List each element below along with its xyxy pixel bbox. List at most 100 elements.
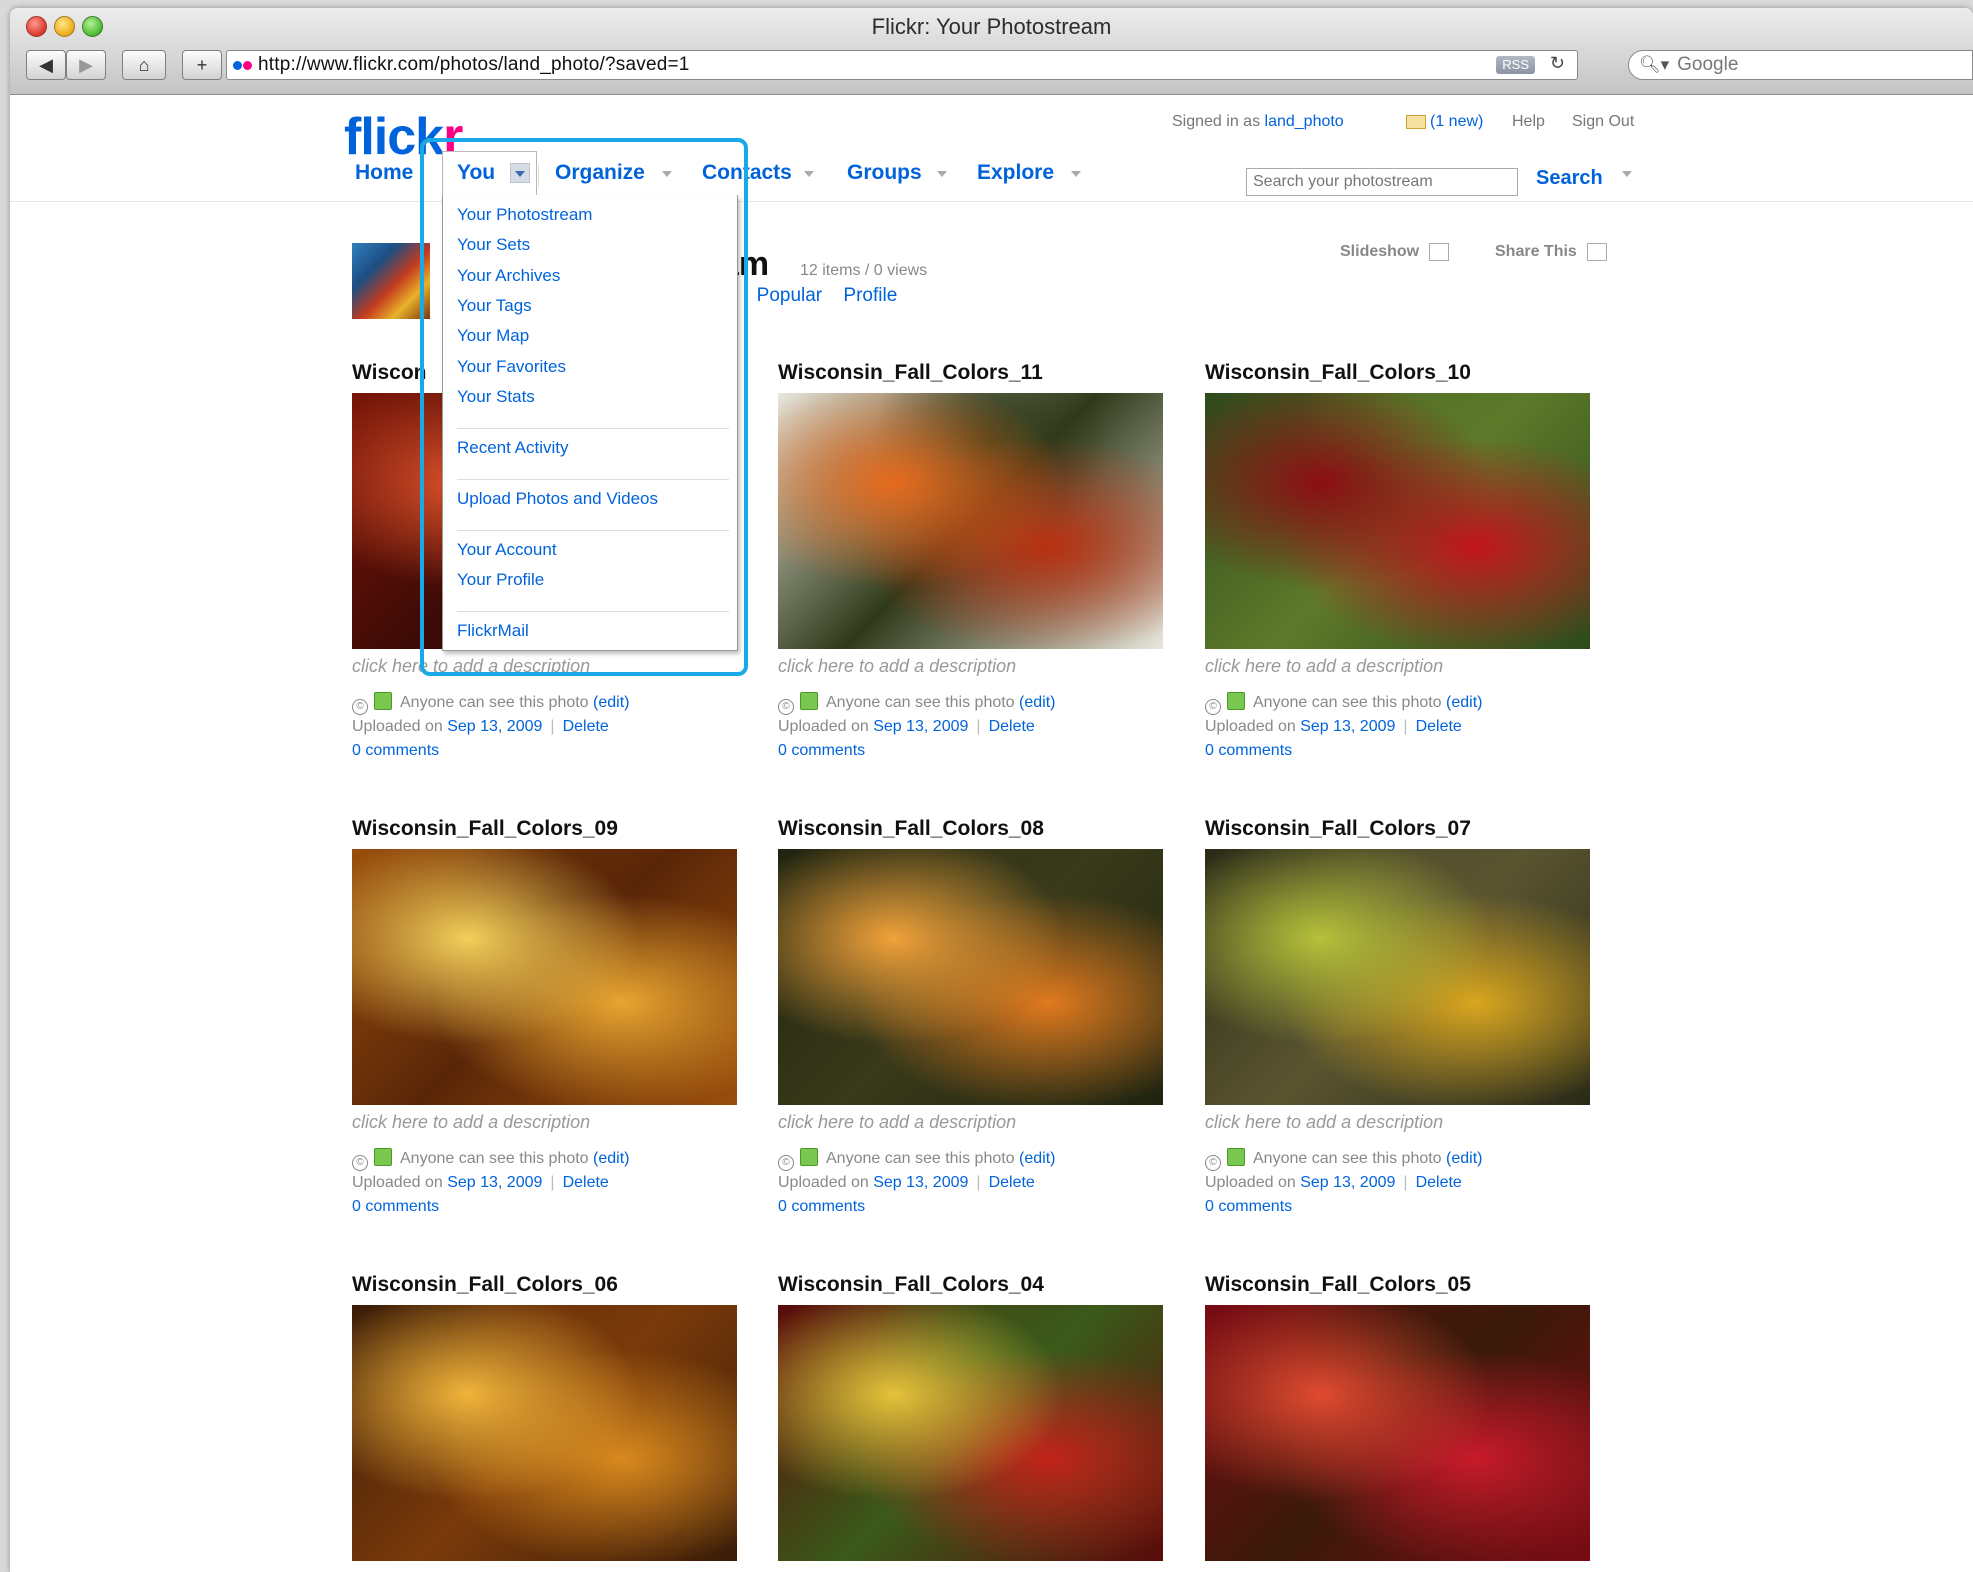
edit-privacy-link[interactable]: (edit): [1446, 694, 1482, 711]
photo-thumbnail[interactable]: [352, 1305, 737, 1561]
photo-title[interactable]: Wisconsin_Fall_Colors_07: [1205, 817, 1595, 843]
upload-date-link[interactable]: Sep 13, 2009: [447, 718, 542, 735]
search-caret-icon[interactable]: [1622, 171, 1632, 177]
comments-link[interactable]: 0 comments: [1205, 739, 1595, 763]
photo-title[interactable]: Wisconsin_Fall_Colors_09: [352, 817, 742, 843]
nav-explore[interactable]: Explore: [977, 161, 1054, 185]
help-link[interactable]: Help: [1512, 113, 1545, 131]
browser-search-placeholder: Google: [1677, 54, 1739, 75]
back-button[interactable]: ◀: [26, 50, 66, 80]
photo-card: Wisconsin_Fall_Colors_07 click here to a…: [1205, 817, 1595, 1219]
copyright-icon: ©: [1205, 1155, 1221, 1171]
edit-privacy-link[interactable]: (edit): [593, 1150, 629, 1167]
photo-meta: © Anyone can see this photo (edit) Upload…: [352, 691, 742, 763]
tab-popular[interactable]: Popular: [757, 285, 823, 306]
delete-link[interactable]: Delete: [989, 1174, 1035, 1191]
photo-count: 12 items / 0 views: [800, 262, 928, 279]
delete-link[interactable]: Delete: [1416, 718, 1462, 735]
photo-description[interactable]: click here to add a description: [352, 1112, 742, 1133]
privacy-icon: [800, 1148, 818, 1166]
signed-in-text: Signed in as land_photo: [1172, 113, 1344, 130]
rss-button[interactable]: RSS: [1496, 56, 1535, 74]
copyright-icon: ©: [352, 699, 368, 715]
photo-title[interactable]: Wisconsin_Fall_Colors_11: [778, 361, 1168, 387]
flickr-favicon-blue: [233, 60, 242, 70]
comments-link[interactable]: 0 comments: [778, 1195, 1168, 1219]
upload-date-link[interactable]: Sep 13, 2009: [447, 1174, 542, 1191]
contacts-caret-icon[interactable]: [804, 171, 814, 177]
photo-title[interactable]: Wisconsin_Fall_Colors_05: [1205, 1273, 1595, 1299]
photo-title[interactable]: Wisconsin_Fall_Colors_06: [352, 1273, 742, 1299]
delete-link[interactable]: Delete: [989, 718, 1035, 735]
upload-date-link[interactable]: Sep 13, 2009: [873, 718, 968, 735]
photo-thumbnail[interactable]: [1205, 393, 1590, 649]
comments-link[interactable]: 0 comments: [352, 1195, 742, 1219]
mail-link[interactable]: (1 new): [1406, 113, 1483, 131]
edit-privacy-link[interactable]: (edit): [593, 694, 629, 711]
photo-description[interactable]: click here to add a description: [778, 656, 1168, 677]
photo-meta: © Anyone can see this photo (edit) Upload…: [778, 1147, 1168, 1219]
add-bookmark-button[interactable]: +: [182, 50, 222, 80]
photo-title[interactable]: Wisconsin_Fall_Colors_10: [1205, 361, 1595, 387]
share-icon: [1586, 243, 1607, 261]
copyright-icon: ©: [352, 1155, 368, 1171]
photo-meta: © Anyone can see this photo (edit) Upload…: [1205, 1147, 1595, 1219]
comments-link[interactable]: 0 comments: [352, 739, 742, 763]
tab-profile[interactable]: Profile: [843, 285, 897, 306]
browser-search-field[interactable]: 🔍︎▾ Google: [1628, 50, 1973, 80]
photo-thumbnail[interactable]: [1205, 1305, 1590, 1561]
photo-title[interactable]: Wisconsin_Fall_Colors_08: [778, 817, 1168, 843]
photo-thumbnail[interactable]: [1205, 849, 1590, 1105]
sign-out-link[interactable]: Sign Out: [1572, 113, 1634, 131]
upload-date-link[interactable]: Sep 13, 2009: [873, 1174, 968, 1191]
address-bar[interactable]: http://www.flickr.com/photos/land_photo/…: [226, 50, 1578, 80]
buddy-icon[interactable]: [352, 243, 430, 319]
privacy-icon: [1227, 692, 1245, 710]
home-icon: ⌂: [138, 54, 150, 75]
flickr-favicon-pink: [243, 60, 252, 70]
slideshow-link[interactable]: Slideshow: [1340, 243, 1450, 261]
share-this-link[interactable]: Share This: [1495, 243, 1607, 261]
photo-description[interactable]: click here to add a description: [1205, 656, 1595, 677]
delete-link[interactable]: Delete: [563, 718, 609, 735]
nav-home[interactable]: Home: [355, 161, 413, 185]
photo-thumbnail[interactable]: [778, 393, 1163, 649]
search-button[interactable]: Search: [1536, 167, 1603, 190]
edit-privacy-link[interactable]: (edit): [1446, 1150, 1482, 1167]
photo-meta: © Anyone can see this photo (edit) Upload…: [1205, 691, 1595, 763]
edit-privacy-link[interactable]: (edit): [1019, 694, 1055, 711]
photo-meta: © Anyone can see this photo (edit) Upload…: [352, 1147, 742, 1219]
comments-link[interactable]: 0 comments: [1205, 1195, 1595, 1219]
reload-icon[interactable]: ↻: [1550, 53, 1565, 74]
edit-privacy-link[interactable]: (edit): [1019, 1150, 1055, 1167]
photo-description[interactable]: click here to add a description: [778, 1112, 1168, 1133]
upload-date-link[interactable]: Sep 13, 2009: [1300, 1174, 1395, 1191]
delete-link[interactable]: Delete: [563, 1174, 609, 1191]
slideshow-icon: [1429, 243, 1450, 261]
home-button[interactable]: ⌂: [122, 50, 166, 80]
photo-description[interactable]: click here to add a description: [1205, 1112, 1595, 1133]
username-link[interactable]: land_photo: [1265, 113, 1344, 130]
copyright-icon: ©: [1205, 699, 1221, 715]
forward-button[interactable]: ▶: [66, 50, 106, 80]
photo-thumbnail[interactable]: [352, 849, 737, 1105]
url-text: http://www.flickr.com/photos/land_photo/…: [258, 54, 690, 75]
photo-card: Wisconsin_Fall_Colors_05: [1205, 1273, 1595, 1561]
mail-icon: [1406, 114, 1426, 129]
privacy-icon: [374, 692, 392, 710]
photo-thumbnail[interactable]: [778, 1305, 1163, 1561]
explore-caret-icon[interactable]: [1071, 171, 1081, 177]
plus-icon: +: [196, 54, 208, 75]
nav-groups[interactable]: Groups: [847, 161, 922, 185]
delete-link[interactable]: Delete: [1416, 1174, 1462, 1191]
main-nav: Home You Organize Contacts Groups Explor…: [10, 161, 1973, 191]
photo-thumbnail[interactable]: [778, 849, 1163, 1105]
comments-link[interactable]: 0 comments: [778, 739, 1168, 763]
photo-card: Wisconsin_Fall_Colors_04: [778, 1273, 1168, 1561]
groups-caret-icon[interactable]: [937, 171, 947, 177]
photo-card: Wisconsin_Fall_Colors_06: [352, 1273, 742, 1561]
photo-title[interactable]: Wisconsin_Fall_Colors_04: [778, 1273, 1168, 1299]
upload-date-link[interactable]: Sep 13, 2009: [1300, 718, 1395, 735]
photo-card: Wisconsin_Fall_Colors_11 click here to a…: [778, 361, 1168, 763]
photostream-search-input[interactable]: [1246, 168, 1518, 196]
